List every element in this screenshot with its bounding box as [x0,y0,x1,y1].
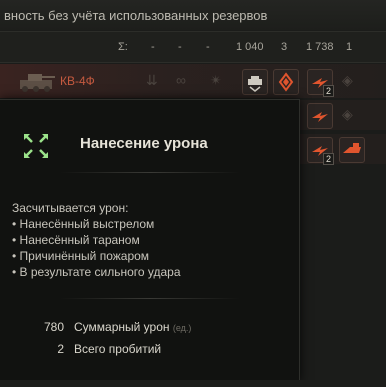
stat-value: 2 [57,342,64,356]
summary-cell: 1 738 [306,41,334,53]
table-caption: вность без учёта использованных резервов [4,8,268,23]
vehicle-row-tertiary[interactable]: 2 [300,134,386,165]
ram-icon-dim: ◈ [342,72,353,88]
description-intro: Засчитывается урон: [12,201,129,215]
list-item: В результате сильного удара [12,264,181,280]
tank-gun-icon[interactable] [242,69,268,95]
summary-cell: - [206,41,210,53]
summary-cell: 1 [346,41,353,53]
stat-value: 780 [43,320,64,334]
damage-tooltip: Нанесение урона Засчитывается урон: Нане… [0,99,300,382]
ram-icon-dim: ◈ [342,106,353,122]
list-item: Причинённый пожаром [12,248,181,264]
link-icon: ∞ [176,72,186,88]
crosshair-expand-icon [24,134,48,158]
sigma-label: Σ: [118,41,128,53]
impact-icon[interactable]: 2 [307,137,334,165]
stat-unit: (ед.) [172,323,192,333]
summary-cell: - [178,41,182,53]
impact-icon[interactable] [307,103,333,129]
tooltip-description: Засчитывается урон: Нанесённый выстрелом… [12,200,181,280]
list-item: Нанесённый выстрелом [12,216,181,232]
ram-icon[interactable] [339,137,365,163]
tank-thumbnail [20,74,55,92]
stat-label: Суммарный урон (ед.) [74,320,192,334]
stat-label: Всего пробитий [74,342,162,356]
achievement-count: 2 [322,153,334,165]
ammo-icon: ✴ [210,72,222,88]
table-header: вность без учёта использованных резервов [0,0,386,30]
summary-row: Σ: - - - 1 040 3 1 738 1 [0,31,386,63]
damage-source-list: Нанесённый выстрелом Нанесённый тараном … [12,216,181,280]
summary-cell: 1 040 [236,41,264,53]
summary-cell: 3 [281,41,288,53]
fire-icon[interactable] [273,69,299,95]
summary-cell: - [151,41,155,53]
vehicle-row-secondary[interactable]: ◈ [300,100,386,130]
down-arrow-icon: ⇊ [146,72,158,88]
divider [60,172,240,173]
achievement-count: 2 [322,85,334,97]
vehicle-name: КВ-4Ф [60,74,95,88]
impact-icon[interactable]: 2 [307,69,334,97]
list-item: Нанесённый тараном [12,232,181,248]
tooltip-title: Нанесение урона [80,135,208,152]
footer-strip [0,380,386,387]
divider [60,298,240,299]
vehicle-row[interactable]: КВ-4Ф ⇊ ∞ ✴ 2 ◈ [0,64,386,98]
